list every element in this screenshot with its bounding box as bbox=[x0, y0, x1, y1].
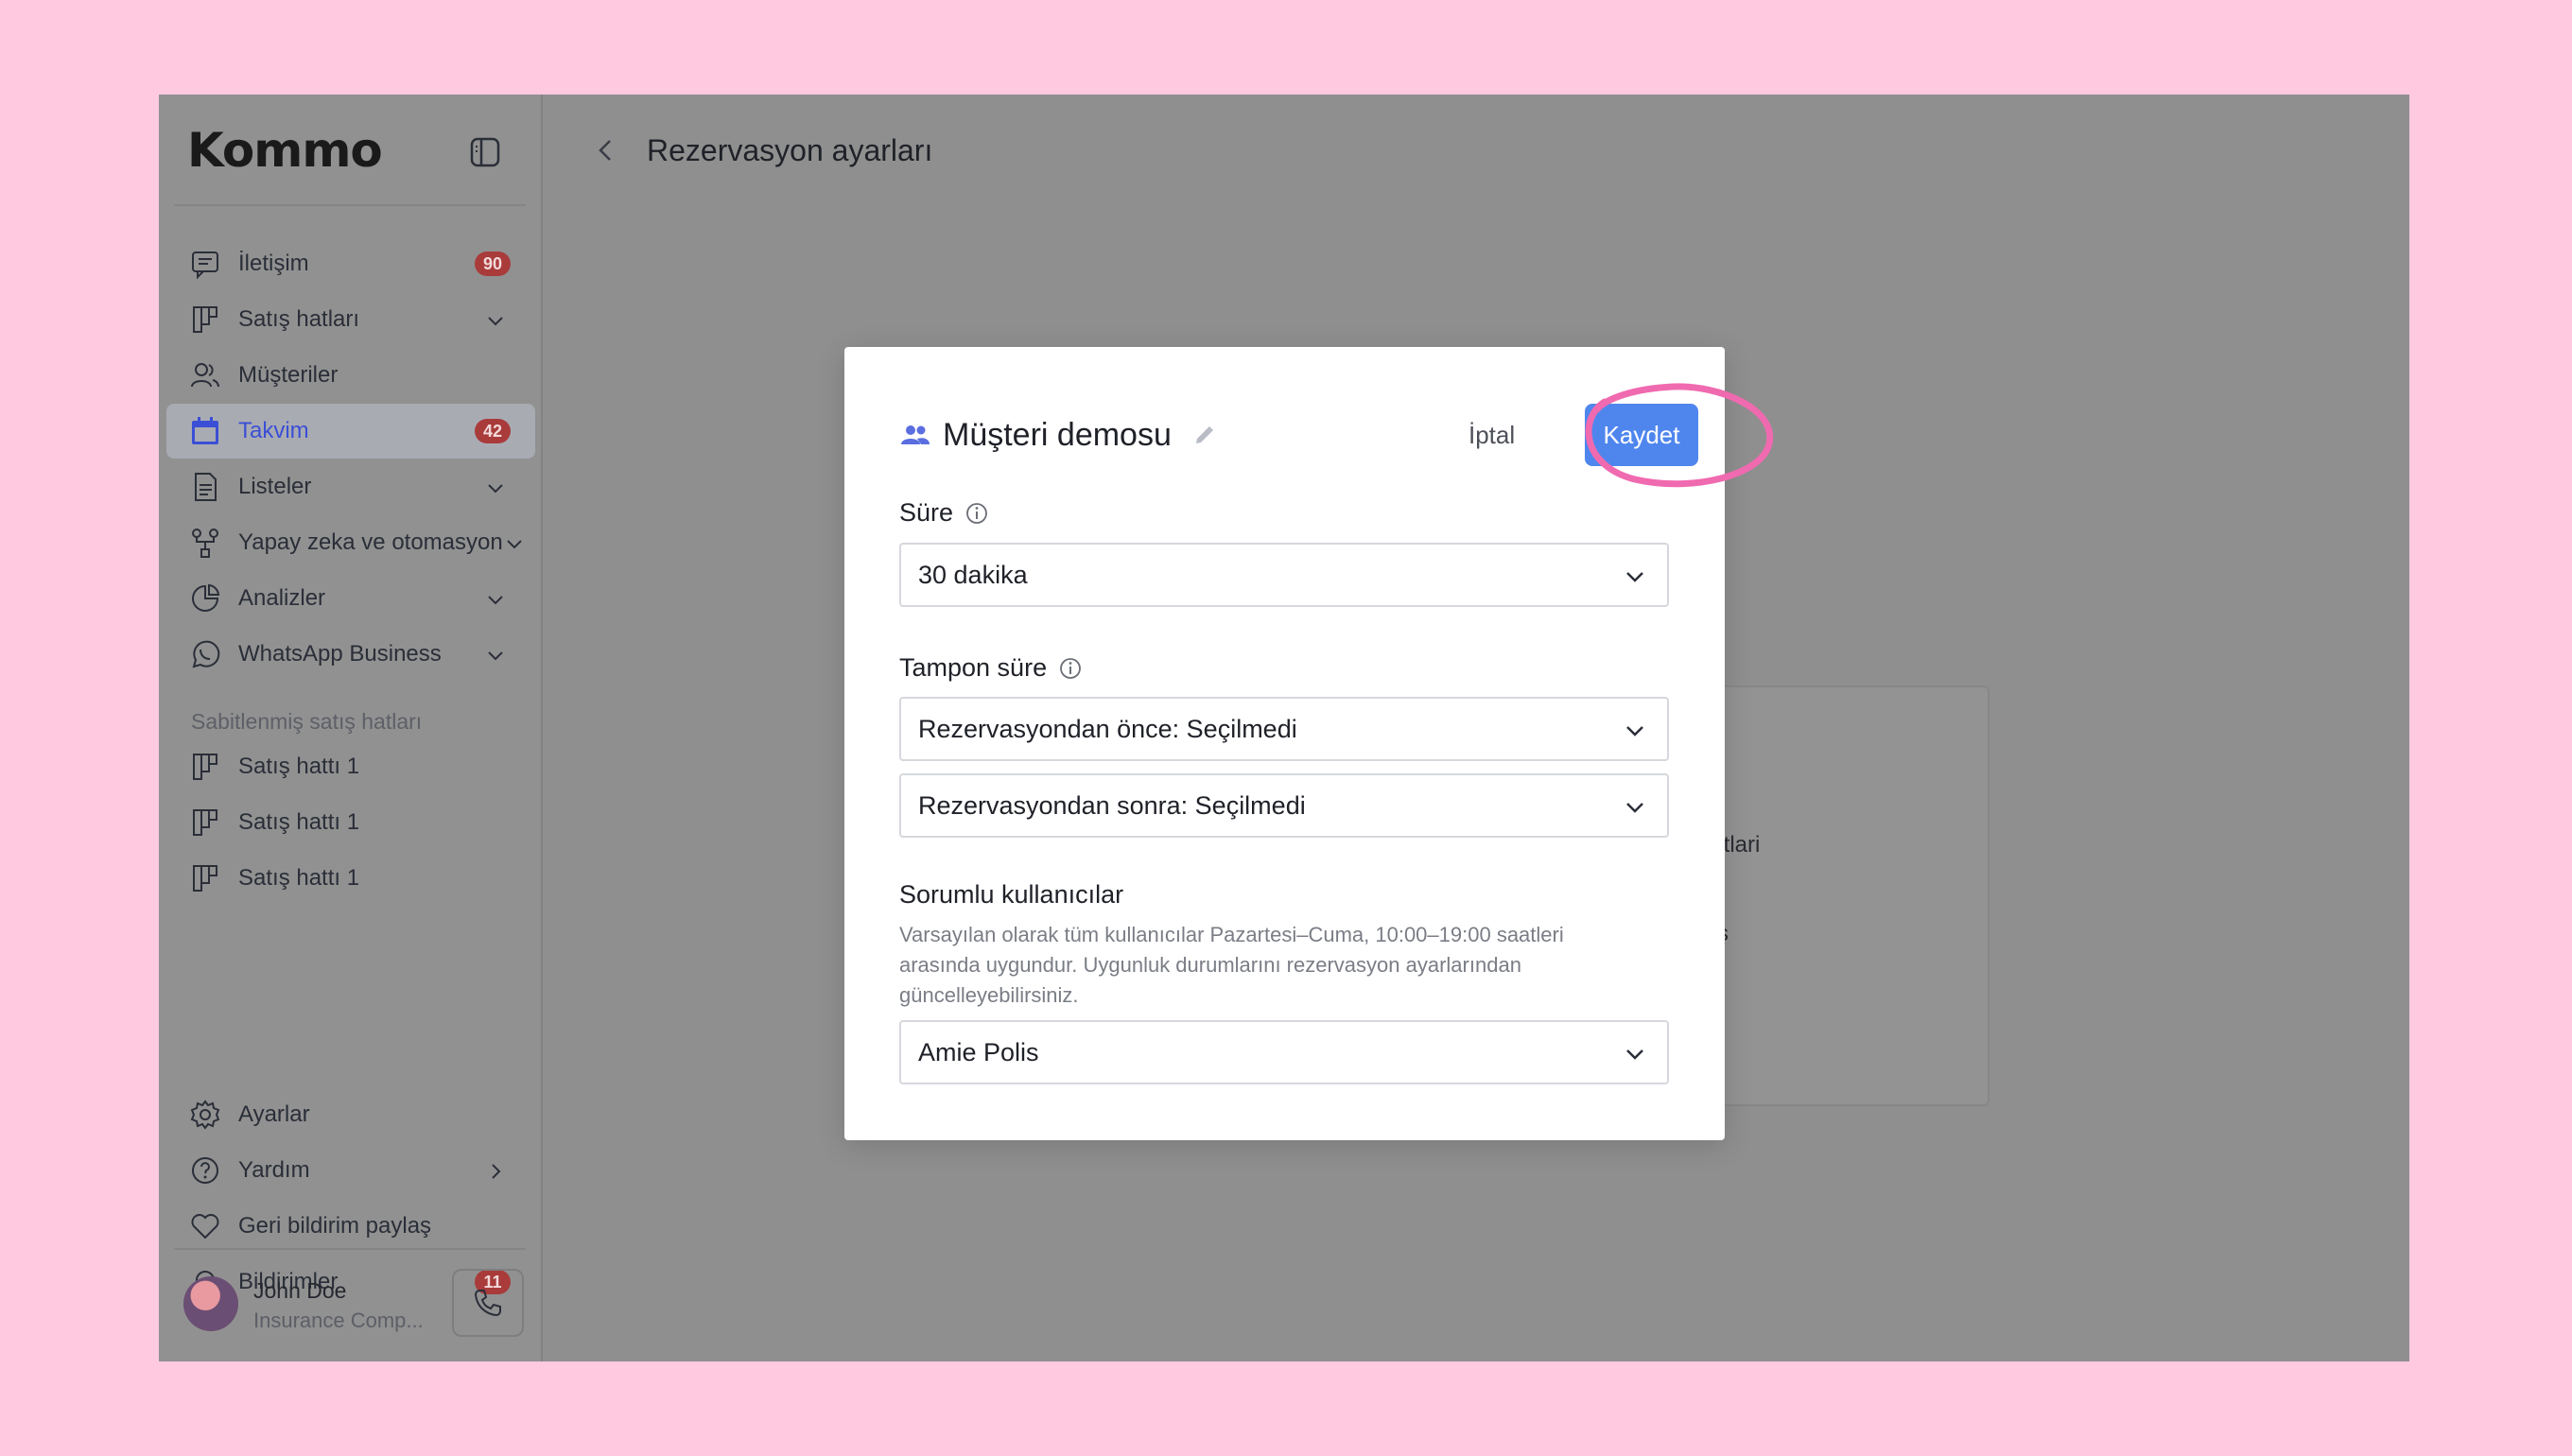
collapse-sidebar-icon[interactable] bbox=[469, 136, 501, 168]
users-icon bbox=[191, 363, 219, 388]
sidebar-item-listeler[interactable]: Listeler bbox=[166, 459, 535, 514]
sidebar-item-iletisim[interactable]: İletişim 90 bbox=[166, 236, 535, 291]
kommo-logo[interactable]: Kommo bbox=[187, 123, 383, 178]
chevron-down-icon[interactable] bbox=[505, 534, 524, 553]
pinned-pipeline-item[interactable]: Satış hattı 1 bbox=[166, 851, 535, 906]
page-header: Rezervasyon ayarları bbox=[594, 127, 932, 174]
pinned-section-title: Sabitlenmiş satış hatları bbox=[191, 709, 423, 734]
duration-label: Süre bbox=[899, 498, 989, 528]
pinned-pipeline-label: Satış hattı 1 bbox=[238, 865, 360, 891]
user-company: Insurance Comp... bbox=[253, 1309, 424, 1332]
buffer-after-value: Rezervasyondan sonra: Seçilmedi bbox=[918, 790, 1306, 820]
sidebar-item-yardim[interactable]: Yardım bbox=[166, 1143, 535, 1198]
responsible-users-label: Sorumlu kullanıcılar bbox=[899, 880, 1123, 910]
main-nav: İletişim 90 Satış hatları Müşteriler Tak… bbox=[166, 236, 535, 683]
booking-settings-modal: Müşteri demosu İptal Kaydet Süre 30 daki… bbox=[844, 347, 1774, 1140]
unread-badge: 90 bbox=[475, 251, 511, 276]
pinned-pipeline-label: Satış hattı 1 bbox=[238, 754, 360, 779]
avatar[interactable] bbox=[183, 1276, 238, 1331]
sidebar-item-yapay-zeka[interactable]: Yapay zeka ve otomasyon bbox=[166, 515, 535, 570]
sidebar-item-musteriler[interactable]: Müşteriler bbox=[166, 348, 535, 403]
calendar-icon bbox=[192, 417, 218, 444]
chevron-down-icon bbox=[1626, 803, 1643, 813]
chat-icon bbox=[192, 251, 218, 280]
automation-icon bbox=[192, 529, 218, 558]
save-button[interactable]: Kaydet bbox=[1585, 404, 1698, 466]
duration-label-text: Süre bbox=[899, 498, 954, 527]
app-window: Kommo İletişim 90 Satış hatları Müşteril… bbox=[159, 95, 2409, 1361]
sidebar-item-label: Takvim bbox=[238, 418, 309, 443]
pipeline-icon bbox=[193, 865, 217, 892]
list-icon bbox=[195, 473, 217, 501]
responsible-users-select[interactable]: Amie Polis bbox=[899, 1020, 1669, 1084]
pinned-pipeline-label: Satış hattı 1 bbox=[238, 809, 360, 835]
pinned-pipeline-item[interactable]: Satış hattı 1 bbox=[166, 739, 535, 794]
sidebar-item-label: Geri bildirim paylaş bbox=[238, 1213, 432, 1239]
gear-icon bbox=[190, 1100, 220, 1130]
sidebar-item-label: Analizler bbox=[238, 585, 326, 611]
info-icon[interactable] bbox=[964, 501, 989, 526]
sidebar-item-label: Satış hatları bbox=[238, 306, 360, 332]
chevron-down-icon bbox=[1626, 1049, 1643, 1060]
sidebar-item-label: İletişim bbox=[238, 251, 309, 276]
sidebar-item-label: Ayarlar bbox=[238, 1101, 310, 1127]
buffer-label: Tampon süre bbox=[899, 653, 1083, 683]
sidebar-item-satis-hatlari[interactable]: Satış hatları bbox=[166, 292, 535, 347]
modal-title: Müşteri demosu bbox=[943, 416, 1172, 453]
duration-value: 30 dakika bbox=[918, 560, 1028, 589]
pencil-icon[interactable] bbox=[1192, 423, 1217, 447]
buffer-after-select[interactable]: Rezervasyondan sonra: Seçilmedi bbox=[899, 773, 1669, 838]
sidebar-divider bbox=[174, 204, 526, 206]
sidebar-item-ayarlar[interactable]: Ayarlar bbox=[166, 1087, 535, 1142]
sidebar-item-label: Müşteriler bbox=[238, 362, 339, 388]
cancel-link[interactable]: İptal bbox=[1468, 421, 1515, 450]
sidebar-item-takvim[interactable]: Takvim 42 bbox=[166, 404, 535, 459]
buffer-before-select[interactable]: Rezervasyondan önce: Seçilmedi bbox=[899, 697, 1669, 761]
whatsapp-icon bbox=[192, 640, 220, 668]
phone-button[interactable] bbox=[452, 1269, 524, 1337]
chevron-down-icon[interactable] bbox=[486, 646, 505, 665]
heart-icon bbox=[191, 1214, 219, 1239]
events-badge: 42 bbox=[475, 419, 511, 443]
sidebar-item-analizler[interactable]: Analizler bbox=[166, 571, 535, 626]
responsible-users-help: Varsayılan olarak tüm kullanıcılar Pazar… bbox=[899, 923, 1564, 1007]
responsible-user-value: Amie Polis bbox=[918, 1037, 1039, 1066]
modal-header: Müşteri demosu bbox=[899, 413, 1217, 457]
chevron-down-icon bbox=[1626, 572, 1643, 582]
sidebar-item-label: Listeler bbox=[238, 474, 312, 499]
phone-icon bbox=[474, 1290, 501, 1317]
pipeline-icon bbox=[193, 754, 217, 780]
user-name: John Doe bbox=[253, 1278, 347, 1303]
chevron-right-icon[interactable] bbox=[486, 1162, 505, 1181]
analytics-icon bbox=[192, 583, 220, 612]
sidebar-item-label: Yapay zeka ve otomasyon bbox=[238, 529, 503, 555]
sidebar-item-label: WhatsApp Business bbox=[238, 641, 442, 667]
help-icon bbox=[192, 1157, 218, 1184]
duration-select[interactable]: 30 dakika bbox=[899, 543, 1669, 607]
chevron-down-icon[interactable] bbox=[486, 478, 505, 497]
logo-row: Kommo bbox=[187, 123, 533, 189]
back-arrow-icon[interactable] bbox=[594, 138, 618, 163]
sidebar-item-whatsapp[interactable]: WhatsApp Business bbox=[166, 627, 535, 682]
chevron-down-icon bbox=[1626, 726, 1643, 737]
chevron-down-icon[interactable] bbox=[486, 311, 505, 330]
sidebar-divider bbox=[174, 1248, 526, 1250]
pipeline-icon bbox=[193, 809, 217, 836]
user-profile[interactable]: John Doe Insurance Comp... bbox=[183, 1267, 524, 1339]
sidebar: Kommo İletişim 90 Satış hatları Müşteril… bbox=[159, 95, 543, 1361]
pinned-pipeline-item[interactable]: Satış hattı 1 bbox=[166, 795, 535, 850]
info-icon[interactable] bbox=[1058, 656, 1083, 681]
sidebar-item-geri-bildirim[interactable]: Geri bildirim paylaş bbox=[166, 1199, 535, 1254]
buffer-label-text: Tampon süre bbox=[899, 653, 1048, 682]
group-icon bbox=[901, 425, 930, 444]
page-title: Rezervasyon ayarları bbox=[647, 132, 933, 167]
background-card bbox=[1719, 685, 1990, 1106]
pinned-pipelines: Satış hattı 1 Satış hattı 1 Satış hattı … bbox=[166, 739, 535, 907]
pipeline-icon bbox=[193, 306, 217, 333]
buffer-before-value: Rezervasyondan önce: Seçilmedi bbox=[918, 714, 1297, 743]
chevron-down-icon[interactable] bbox=[486, 590, 505, 609]
sidebar-item-label: Yardım bbox=[238, 1157, 310, 1183]
responsible-users-label-text: Sorumlu kullanıcılar bbox=[899, 880, 1124, 909]
